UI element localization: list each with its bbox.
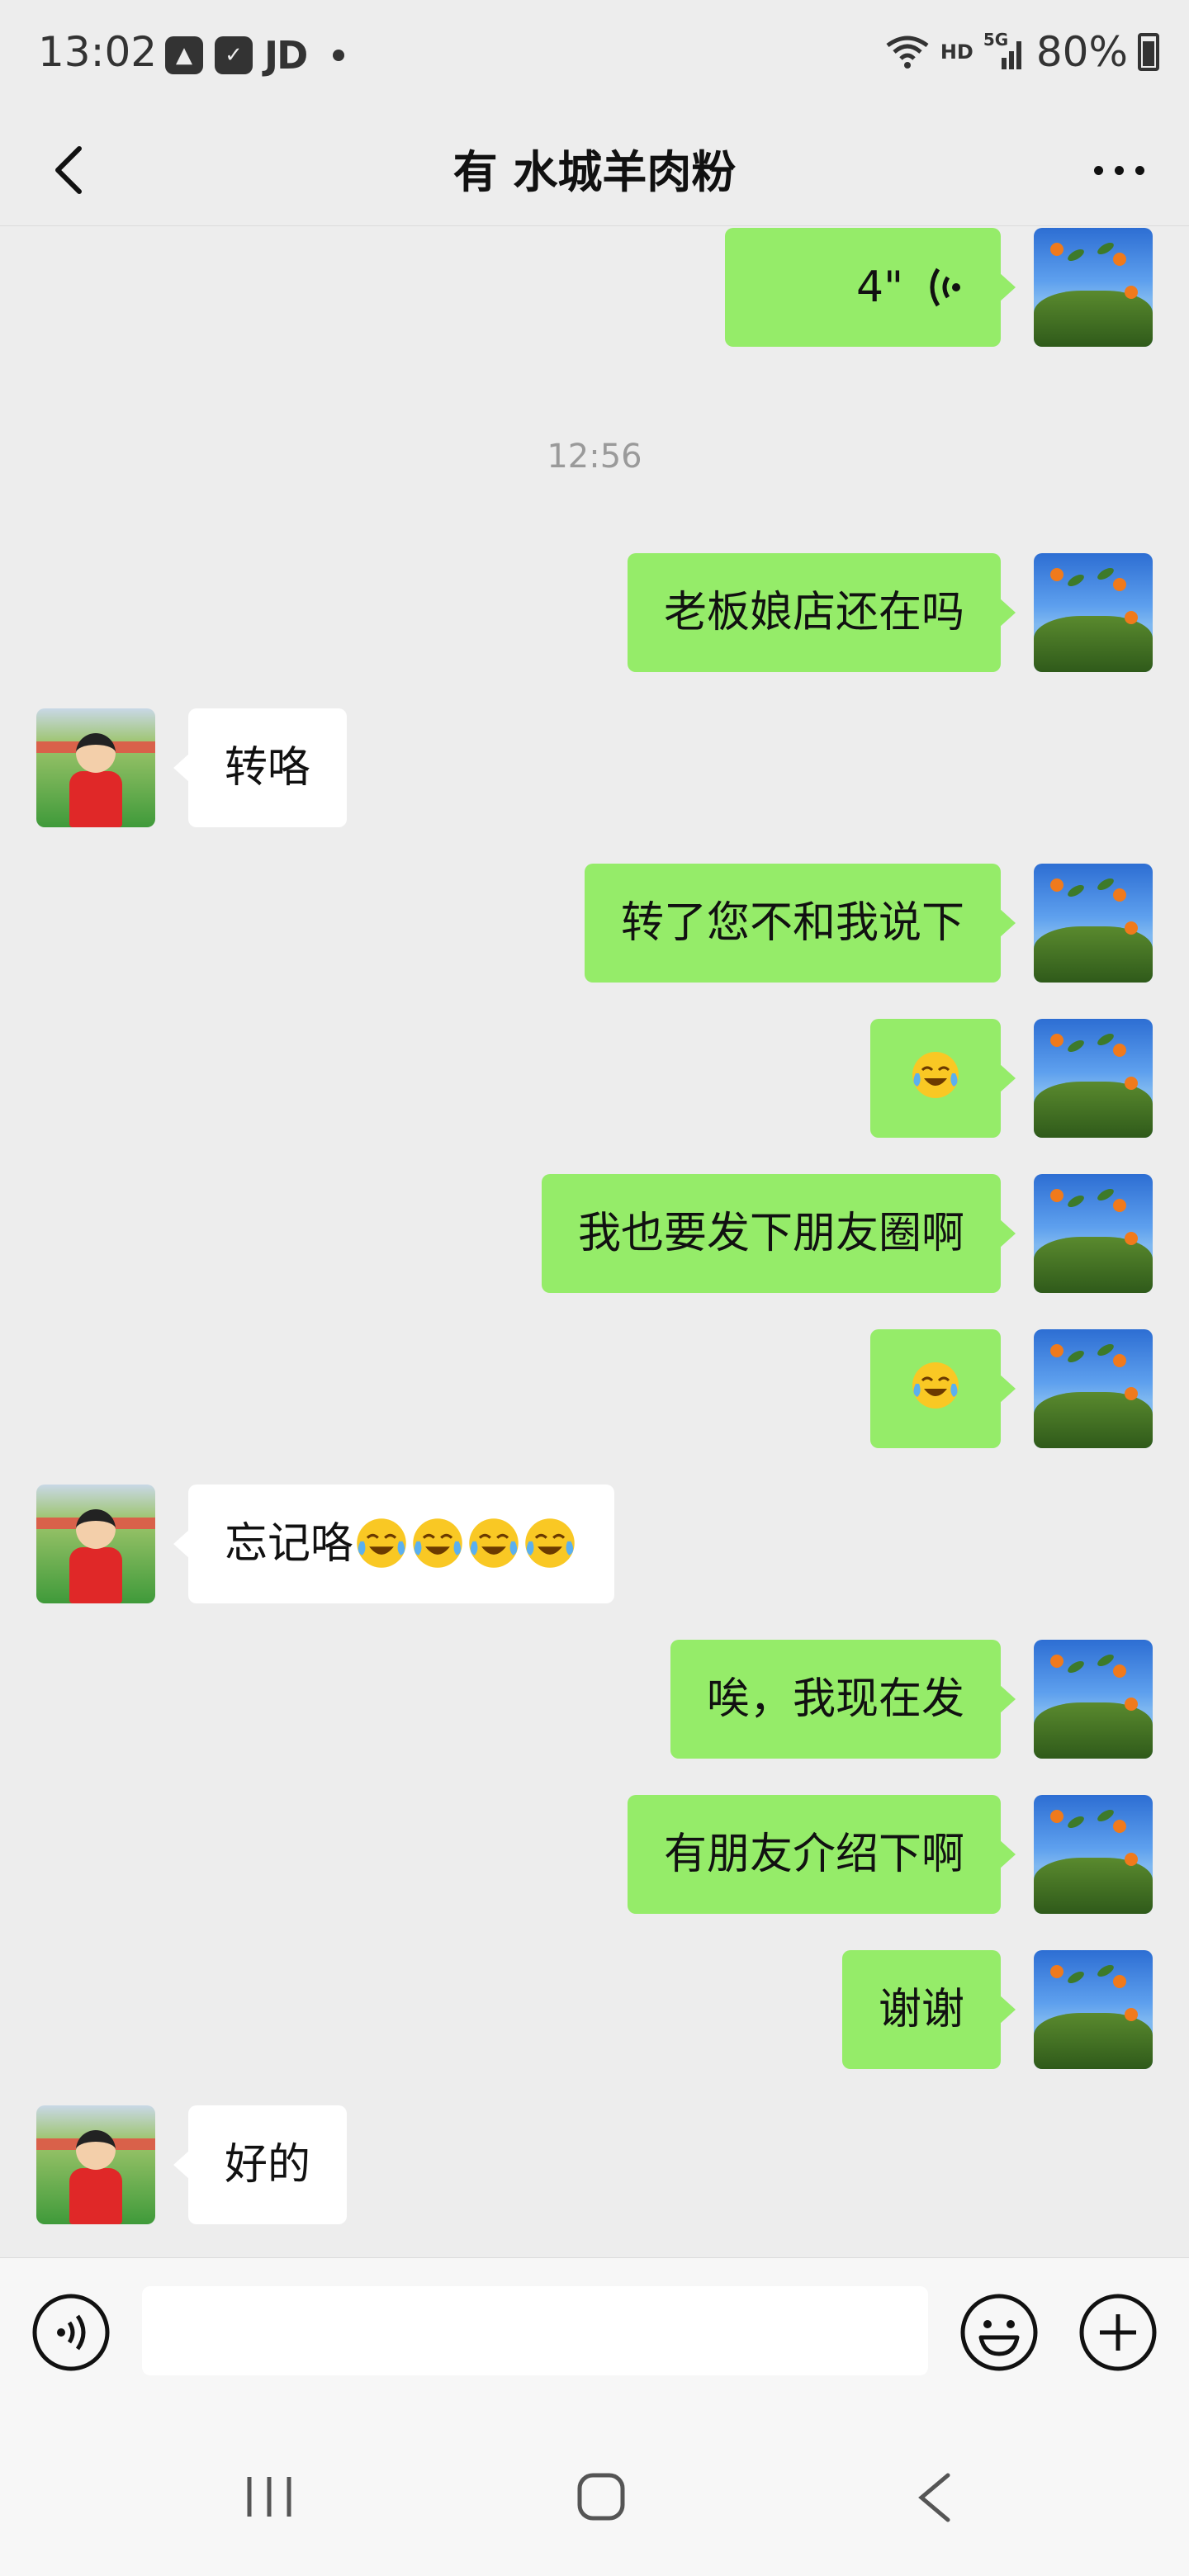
status-notification-icons: ▲ ✓ JD [165,33,345,78]
more-dots-icon [1093,165,1103,175]
my-avatar[interactable] [1034,1640,1153,1759]
contact-avatar[interactable] [36,2105,155,2224]
chat-header: 有 水城羊肉粉 [0,112,1189,226]
my-avatar[interactable] [1034,553,1153,672]
text-message-bubble[interactable]: 忘记咯 [173,1485,615,1603]
voice-input-button[interactable] [31,2293,111,2372]
more-notifications-dot-icon [333,50,345,61]
more-options-button[interactable] [1082,145,1156,195]
laughing-crying-emoji-icon [469,1518,519,1568]
wifi-icon [886,36,929,69]
status-time: 13:02 [38,28,158,76]
contact-avatar[interactable] [36,708,155,827]
home-button[interactable] [576,2472,626,2522]
battery-percent: 80% [1035,28,1128,76]
emoji-message-bubble[interactable] [870,1019,1016,1138]
text-message-bubble[interactable]: 转了您不和我说下 [584,864,1016,983]
emoji-button[interactable] [959,2293,1039,2372]
laughing-crying-emoji-icon [413,1518,462,1568]
my-avatar[interactable] [1034,1950,1153,2069]
my-avatar[interactable] [1034,864,1153,983]
text-message-bubble[interactable]: 我也要发下朋友圈啊 [541,1174,1016,1293]
app-notification-icon: ✓ [215,36,253,74]
voice-duration: 4" [855,263,903,312]
emoji-message-bubble[interactable] [870,1329,1016,1448]
laughing-crying-emoji-icon [525,1518,575,1568]
gallery-icon: ▲ [165,36,203,74]
voice-message-bubble[interactable]: 4" [725,228,1016,347]
input-bar [0,2257,1189,2394]
battery-icon [1138,33,1159,71]
my-avatar[interactable] [1034,1329,1153,1448]
my-avatar[interactable] [1034,1174,1153,1293]
my-avatar[interactable] [1034,228,1153,347]
text-message-bubble[interactable]: 老板娘店还在吗 [627,553,1016,672]
message-input[interactable] [142,2286,928,2375]
contact-avatar[interactable] [36,1485,155,1603]
my-avatar[interactable] [1034,1019,1153,1138]
text-message-bubble[interactable]: 唉，我现在发 [670,1640,1016,1759]
system-back-button[interactable] [917,2472,953,2523]
message-timestamp: 12:56 [547,438,642,476]
voice-wave-icon [930,268,960,307]
text-message-bubble[interactable]: 好的 [173,2105,348,2224]
laughing-crying-emoji-icon [912,1362,959,1409]
my-avatar[interactable] [1034,1795,1153,1914]
more-actions-button[interactable] [1078,2293,1158,2372]
recent-apps-button[interactable] [244,2474,294,2520]
laughing-crying-emoji-icon [912,1052,959,1098]
hd-label: HD [940,40,973,64]
text-message-bubble[interactable]: 谢谢 [841,1950,1016,2069]
laughing-crying-emoji-icon [357,1518,406,1568]
message-list[interactable]: 4" 12:56 老板娘店还在吗 转咯 转了您不和我说下 我也要发下朋友圈啊 忘… [0,226,1189,2257]
chat-title: 有 水城羊肉粉 [452,146,737,198]
text-message-bubble[interactable]: 有朋友介绍下啊 [627,1795,1016,1914]
signal-icon: 5G [983,30,1026,71]
message-text: 忘记咯 [225,1519,354,1569]
jd-icon: JD [264,33,308,78]
status-bar: 13:02 ▲ ✓ JD HD 5G 80% [0,0,1189,112]
text-message-bubble[interactable]: 转咯 [173,708,348,827]
status-right: HD 5G 80% [884,28,1159,76]
system-navigation-bar [0,2394,1189,2576]
